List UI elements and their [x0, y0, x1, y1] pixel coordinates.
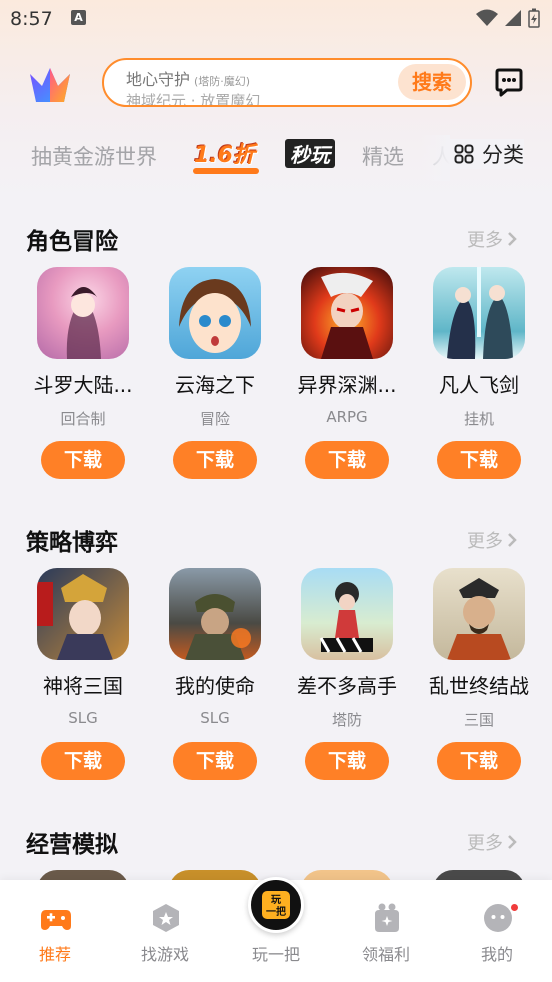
game-tag: 回合制 [60, 410, 106, 428]
bottom-nav: 推荐 找游戏 玩一把 玩 一把 领福利 我的 [0, 877, 552, 982]
download-button[interactable]: 下载 [173, 742, 257, 780]
svg-text:一把: 一把 [266, 905, 286, 918]
game-name: 凡人飞剑 [439, 373, 519, 397]
search-placeholder-next: 神域纪元 · 放置魔幻 [126, 92, 261, 107]
nav-label: 推荐 [38, 945, 71, 964]
chevron-right-icon [508, 533, 517, 547]
search-placeholder: 地心守护 (塔防·魔幻) [126, 70, 251, 89]
game-icon[interactable] [37, 568, 129, 660]
chevron-right-icon [508, 835, 517, 849]
game-icon[interactable] [433, 267, 525, 359]
status-time: 8:57 [10, 8, 53, 30]
play-button[interactable]: 玩 一把 [248, 877, 304, 933]
game-tag: ARPG [326, 408, 368, 426]
gamepad-icon [41, 910, 71, 930]
nav-recommend[interactable]: 推荐 [0, 880, 110, 982]
notification-dot [509, 902, 520, 913]
nav-welfare[interactable]: 领福利 [331, 880, 441, 982]
svg-text:玩: 玩 [271, 894, 281, 906]
tab-miaowan[interactable]: 秒玩 [285, 139, 335, 168]
game-tag: SLG [200, 709, 230, 727]
play-badge-icon: 玩 一把 [262, 891, 290, 919]
section-title: 经营模拟 [26, 832, 118, 858]
game-icon[interactable] [37, 267, 129, 359]
download-button[interactable]: 下载 [173, 441, 257, 479]
game-icon[interactable] [301, 267, 393, 359]
chevron-right-icon [508, 232, 517, 246]
game-name: 乱世终结战 [429, 674, 529, 698]
signal-icon [505, 10, 521, 26]
tab-gold[interactable]: 抽黄金游世界 [31, 141, 157, 171]
game-name: 云海之下 [175, 373, 255, 397]
download-button[interactable]: 下载 [305, 441, 389, 479]
category-button[interactable]: 分类 [450, 139, 524, 169]
game-icon[interactable] [433, 568, 525, 660]
nav-mine[interactable]: 我的 [442, 880, 552, 982]
nav-label: 领福利 [361, 945, 410, 964]
message-icon[interactable] [494, 68, 524, 98]
search-button[interactable]: 搜索 [398, 64, 466, 100]
more-link[interactable]: 更多 [467, 829, 517, 855]
download-button[interactable]: 下载 [41, 742, 125, 780]
download-button[interactable]: 下载 [305, 742, 389, 780]
tab-active-indicator [193, 168, 259, 174]
category-tabs: 抽黄金游世界 1.6折 秒玩 精选 人 分类 [0, 135, 552, 181]
game-tag: 三国 [463, 711, 494, 729]
section-title: 角色冒险 [26, 229, 118, 255]
app-logo-icon [30, 68, 70, 102]
game-name: 异界深渊... [297, 373, 397, 397]
game-tag: 挂机 [463, 410, 494, 428]
nav-find-game[interactable]: 找游戏 [110, 880, 220, 982]
game-name: 神将三国 [43, 674, 123, 698]
download-button[interactable]: 下载 [437, 742, 521, 780]
game-name: 斗罗大陆... [33, 373, 133, 397]
game-icon[interactable] [301, 568, 393, 660]
download-button[interactable]: 下载 [41, 441, 125, 479]
tab-jingxuan[interactable]: 精选 [362, 141, 404, 171]
game-tag: SLG [68, 709, 98, 727]
grid-icon [454, 144, 474, 164]
tab-discount[interactable]: 1.6折 [194, 137, 255, 169]
category-label: 分类 [482, 143, 524, 167]
game-icon[interactable] [169, 568, 261, 660]
gift-icon [375, 903, 399, 932]
section-title: 策略博弈 [26, 530, 118, 556]
find-game-icon [153, 904, 179, 932]
status-icons [476, 8, 540, 28]
nav-label: 我的 [480, 945, 513, 964]
game-name: 我的使命 [175, 674, 255, 698]
battery-icon [528, 8, 540, 28]
game-icon[interactable] [169, 267, 261, 359]
wifi-icon [476, 9, 498, 26]
game-name: 差不多高手 [297, 674, 397, 698]
more-link[interactable]: 更多 [467, 226, 517, 252]
notification-icon: A [71, 10, 86, 25]
status-bar: 8:57 A [0, 0, 552, 38]
tabs-fade [420, 135, 450, 181]
nav-label: 找游戏 [140, 945, 189, 964]
search-input[interactable]: 地心守护 (塔防·魔幻) 神域纪元 · 放置魔幻 搜索 [102, 58, 472, 107]
game-tag: 冒险 [199, 410, 230, 428]
game-tag: 塔防 [331, 711, 362, 729]
more-link[interactable]: 更多 [467, 527, 517, 553]
nav-label: 玩一把 [251, 945, 300, 964]
download-button[interactable]: 下载 [437, 441, 521, 479]
